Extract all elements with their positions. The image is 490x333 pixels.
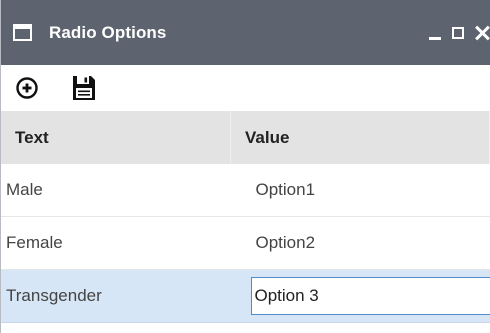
table-row[interactable]: Male Option1 xyxy=(1,164,490,217)
cell-value-editor-cell[interactable]: Option 3 xyxy=(230,269,490,323)
toolbar xyxy=(1,65,490,111)
options-grid: Text Value Male Option1 Female Option2 T… xyxy=(1,111,490,323)
title-bar[interactable]: Radio Options xyxy=(1,0,490,65)
cell-value-input[interactable]: Option 3 xyxy=(250,277,490,315)
column-header-text[interactable]: Text xyxy=(1,111,231,164)
cell-value[interactable]: Option2 xyxy=(230,216,490,270)
cell-value[interactable]: Option1 xyxy=(230,164,490,217)
cell-text[interactable]: Transgender xyxy=(1,269,231,323)
maximize-icon[interactable] xyxy=(452,26,464,39)
grid-header-row: Text Value xyxy=(1,111,490,164)
cell-text[interactable]: Female xyxy=(1,216,231,270)
radio-options-window: Radio Options Text Value Male Option1 Fe… xyxy=(0,0,490,333)
table-row[interactable]: Female Option2 xyxy=(1,216,490,270)
window-controls xyxy=(428,0,490,65)
save-button[interactable] xyxy=(72,75,96,101)
window-icon xyxy=(13,24,32,41)
minimize-icon[interactable] xyxy=(428,25,442,41)
close-icon[interactable] xyxy=(474,25,490,41)
save-icon xyxy=(73,76,95,100)
window-title: Radio Options xyxy=(49,22,167,42)
add-button[interactable] xyxy=(15,76,39,100)
add-circle-icon xyxy=(16,77,38,99)
table-row-selected[interactable]: Transgender Option 3 xyxy=(1,269,490,323)
column-header-value[interactable]: Value xyxy=(230,111,490,164)
cell-text[interactable]: Male xyxy=(1,164,231,217)
